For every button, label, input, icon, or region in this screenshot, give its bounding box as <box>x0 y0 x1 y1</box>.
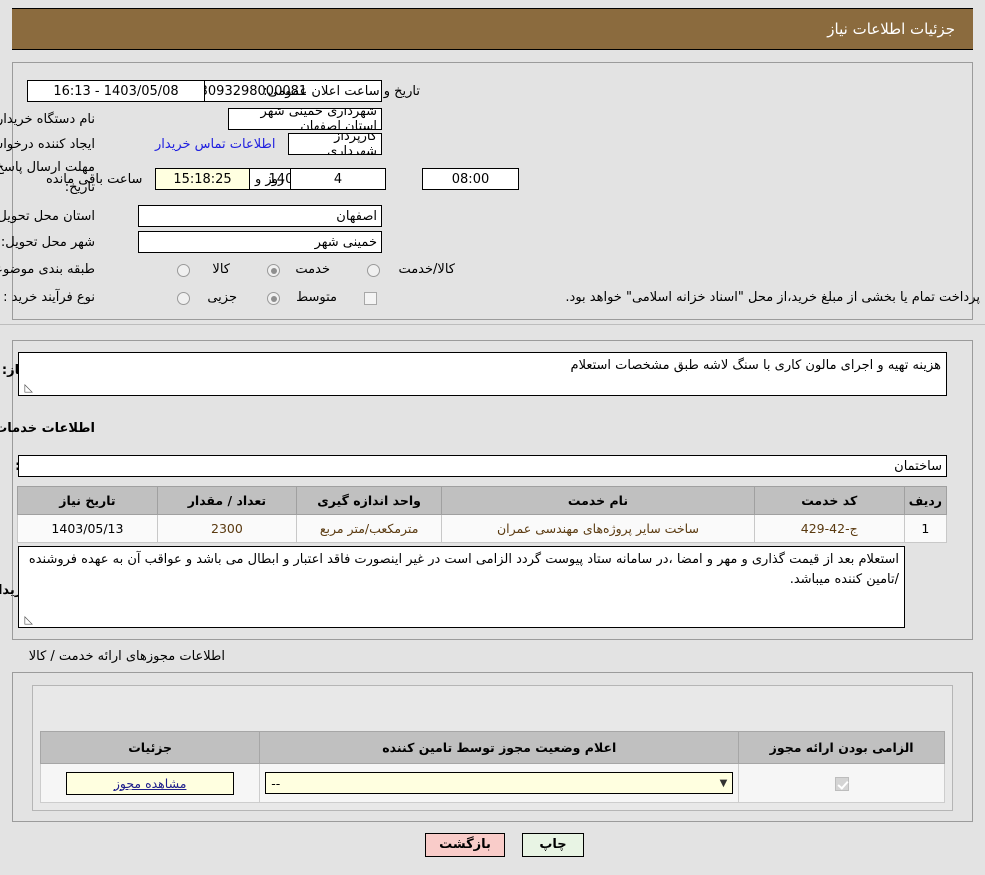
delivery-city-field[interactable]: خمینی شهر <box>138 231 382 253</box>
purchase-process-label: نوع فرآیند خرید : <box>3 290 95 305</box>
th-unit: واحد اندازه گیری <box>295 486 443 515</box>
countdown-field: 15:18:25 <box>155 168 250 190</box>
public-announce-field[interactable]: 1403/05/08 - 16:13 <box>27 80 205 102</box>
service-group-field[interactable]: ساختمان <box>18 455 947 477</box>
treasury-bonds-label: پرداخت تمام یا بخشی از مبلغ خرید،از محل … <box>565 290 980 305</box>
permit-status-value: -- <box>271 775 281 791</box>
print-button[interactable]: چاپ <box>522 833 584 857</box>
permit-status-select[interactable]: ▼ -- <box>265 772 734 794</box>
th-service-name: نام خدمت <box>441 486 755 515</box>
page-header: جزئیات اطلاعات نیاز <box>12 8 973 50</box>
table-row: 1 ج-42-429 ساخت سایر پروژه‌های مهندسی عم… <box>17 514 948 543</box>
back-button[interactable]: بازگشت <box>425 833 505 857</box>
category-option-1-label: خدمت <box>295 262 330 277</box>
services-info-heading: اطلاعات خدمات مورد نیاز <box>0 421 95 436</box>
category-radio-kala-khedmat[interactable] <box>367 264 380 277</box>
cell-permit-required <box>738 763 945 803</box>
category-radio-kala[interactable] <box>177 264 190 277</box>
category-option-0-label: کالا <box>212 262 230 277</box>
cell-need-date: 1403/05/13 <box>17 514 158 543</box>
request-creator-field[interactable]: ابوالقاسم عموشاهی کارپرداز شهرداری خمینی… <box>288 133 382 155</box>
delivery-province-field[interactable]: اصفهان <box>138 205 382 227</box>
buyer-notes-resize-handle[interactable]: ◺ <box>21 614 33 626</box>
page-title: جزئیات اطلاعات نیاز <box>827 20 955 38</box>
need-details-page: AnaTender.net جزئیات اطلاعات نیاز شماره … <box>0 0 985 875</box>
cell-service-name: ساخت سایر پروژه‌های مهندسی عمران <box>441 514 755 543</box>
view-permit-button[interactable]: مشاهده مجوز <box>66 771 235 795</box>
divider-top <box>0 324 985 325</box>
cell-permit-details: مشاهده مجوز <box>39 763 261 803</box>
category-radio-khedmat[interactable] <box>267 264 280 277</box>
permit-required-checkbox <box>834 777 849 791</box>
permits-section-heading: اطلاعات مجوزهای ارائه خدمت / کالا <box>28 649 225 664</box>
th-quantity: تعداد / مقدار <box>156 486 297 515</box>
cell-permit-status: ▼ -- <box>259 763 740 803</box>
buyer-org-label: نام دستگاه خریدار: <box>0 112 95 127</box>
general-description-value: هزینه تهیه و اجرای مالون کاری با سنگ لاش… <box>570 358 941 373</box>
buyer-notes-value: استعلام بعد از قیمت گذاری و مهر و امضا ،… <box>28 552 899 587</box>
category-option-2-label: کالا/خدمت <box>398 262 455 277</box>
delivery-city-label: شهر محل تحویل: <box>0 235 95 250</box>
public-announce-label: تاریخ و ساعت اعلان عمومی: <box>263 84 420 99</box>
permits-row: ▼ -- مشاهده مجوز <box>39 763 945 803</box>
top-spacer <box>0 0 985 8</box>
services-table: ردیف کد خدمت نام خدمت واحد اندازه گیری ت… <box>17 486 948 543</box>
permits-table: الزامی بودن ارائه مجوز اعلام وضعیت مجوز … <box>39 731 945 803</box>
buyer-contact-link[interactable]: اطلاعات تماس خریدار <box>155 137 275 152</box>
delivery-province-label: استان محل تحویل: <box>0 209 95 224</box>
request-creator-label: ایجاد کننده درخواست: <box>0 137 95 152</box>
buyer-notes-textarea[interactable]: استعلام بعد از قیمت گذاری و مهر و امضا ،… <box>18 546 905 628</box>
cell-unit: مترمکعب/متر مربع <box>295 514 443 543</box>
category-label: طبقه بندی موضوعی: <box>0 262 95 277</box>
remaining-days-field: 4 <box>290 168 386 190</box>
services-table-header-row: ردیف کد خدمت نام خدمت واحد اندازه گیری ت… <box>17 486 948 515</box>
th-row: ردیف <box>903 486 948 515</box>
cell-service-code: ج-42-429 <box>753 514 905 543</box>
remaining-hours-label: ساعت باقی مانده <box>46 172 143 187</box>
th-permit-required: الزامی بودن ارائه مجوز <box>738 731 945 764</box>
chevron-down-icon: ▼ <box>719 777 728 789</box>
cell-row: 1 <box>903 514 948 543</box>
th-permit-status: اعلام وضعیت مجوز توسط تامین کننده <box>259 731 740 764</box>
general-description-textarea[interactable]: هزینه تهیه و اجرای مالون کاری با سنگ لاش… <box>18 352 947 396</box>
textarea-resize-handle[interactable]: ◺ <box>21 382 33 394</box>
buyer-org-field[interactable]: شهرداری خمینی شهر استان اصفهان <box>228 108 382 130</box>
deadline-hour-field[interactable]: 08:00 <box>422 168 519 190</box>
th-service-code: کد خدمت <box>753 486 905 515</box>
cell-quantity: 2300 <box>156 514 297 543</box>
th-need-date: تاریخ نیاز <box>17 486 158 515</box>
th-permit-details: جزئیات <box>39 731 261 764</box>
permits-header-row: الزامی بودن ارائه مجوز اعلام وضعیت مجوز … <box>39 731 945 764</box>
days-and-label: روز و <box>255 172 285 187</box>
